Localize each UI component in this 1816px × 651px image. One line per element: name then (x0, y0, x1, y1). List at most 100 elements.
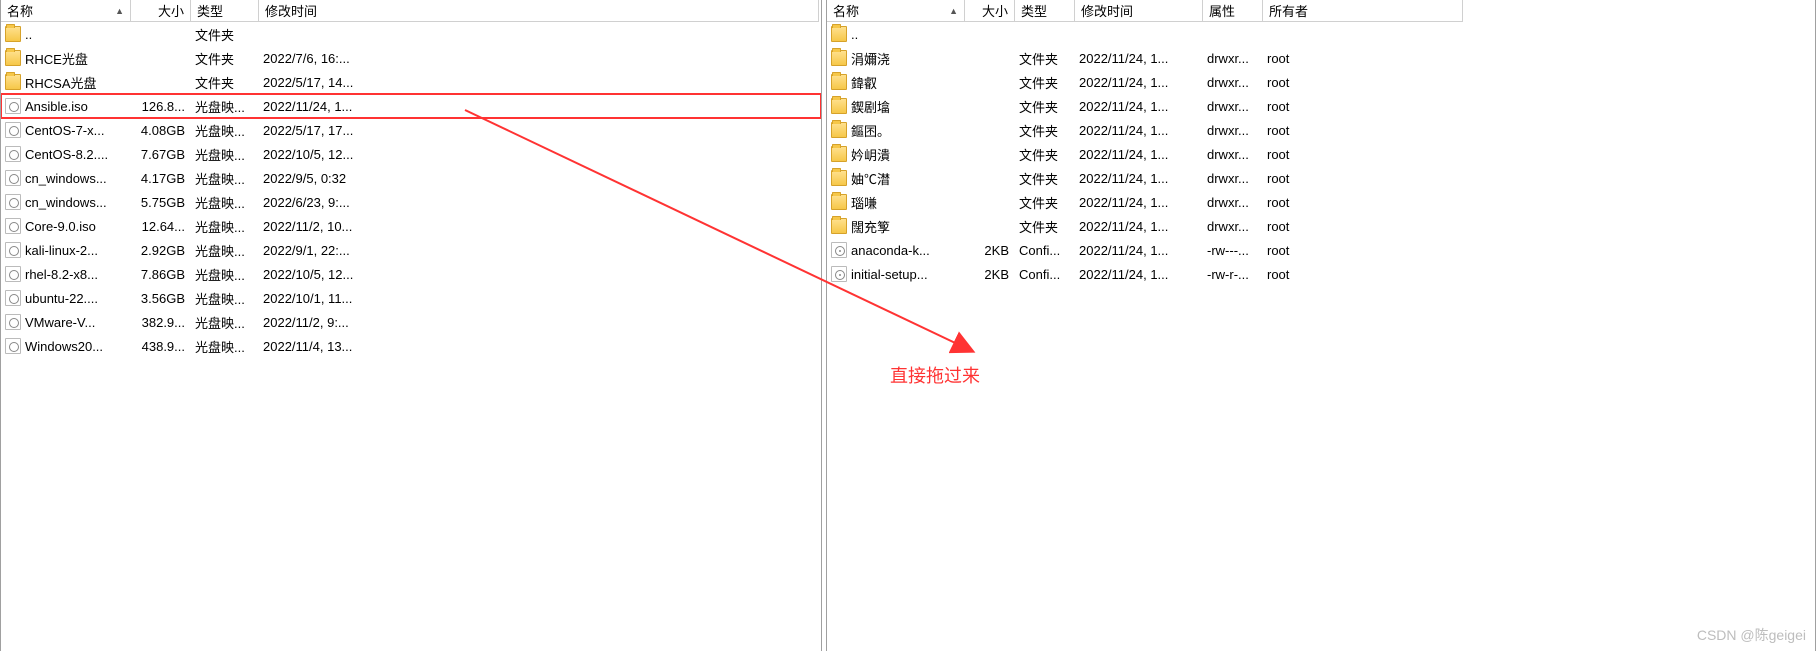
col-header-type[interactable]: 类型 (1015, 0, 1075, 22)
folder-icon (831, 50, 847, 66)
left-file-pane[interactable]: 名称 ▲ 大小 类型 修改时间 ..文件夹RHCE光盘文件夹2022/7/6, … (0, 0, 822, 651)
disc-image-icon (5, 170, 21, 186)
file-name: rhel-8.2-x8... (25, 267, 98, 282)
file-type: 光盘映... (191, 262, 259, 286)
file-row[interactable]: cn_windows...5.75GB光盘映...2022/6/23, 9:..… (1, 190, 821, 214)
file-size (965, 94, 1015, 118)
file-date: 2022/10/5, 12... (259, 262, 819, 286)
file-date: 2022/11/24, 1... (1075, 70, 1203, 94)
file-row[interactable]: anaconda-k...2KBConfi...2022/11/24, 1...… (827, 238, 1815, 262)
file-attr: drwxr... (1203, 142, 1263, 166)
file-date: 2022/11/24, 1... (1075, 166, 1203, 190)
file-type: 光盘映... (191, 190, 259, 214)
file-date: 2022/11/2, 9:... (259, 310, 819, 334)
file-row[interactable]: Core-9.0.iso12.64...光盘映...2022/11/2, 10.… (1, 214, 821, 238)
file-row[interactable]: Ansible.iso126.8...光盘映...2022/11/24, 1..… (1, 94, 821, 118)
file-row[interactable]: RHCE光盘文件夹2022/7/6, 16:... (1, 46, 821, 70)
file-row[interactable]: Windows20...438.9...光盘映...2022/11/4, 13.… (1, 334, 821, 358)
col-header-attr[interactable]: 属性 (1203, 0, 1263, 22)
file-date: 2022/5/17, 14... (259, 70, 819, 94)
col-header-owner[interactable]: 所有者 (1263, 0, 1463, 22)
file-size (965, 142, 1015, 166)
file-attr: -rw-r-... (1203, 262, 1263, 286)
file-type: 光盘映... (191, 94, 259, 118)
file-owner: root (1263, 142, 1463, 166)
col-header-name-label: 名称 (833, 1, 859, 20)
file-name: Core-9.0.iso (25, 219, 96, 234)
disc-image-icon (5, 194, 21, 210)
col-header-type[interactable]: 类型 (191, 0, 259, 22)
file-attr: -rw---... (1203, 238, 1263, 262)
file-attr: drwxr... (1203, 166, 1263, 190)
file-owner: root (1263, 190, 1463, 214)
file-row[interactable]: 妗岄潰文件夹2022/11/24, 1...drwxr...root (827, 142, 1815, 166)
file-owner: root (1263, 94, 1463, 118)
file-size (965, 70, 1015, 94)
file-row[interactable]: CentOS-8.2....7.67GB光盘映...2022/10/5, 12.… (1, 142, 821, 166)
file-size: 7.86GB (131, 262, 191, 286)
file-row[interactable]: cn_windows...4.17GB光盘映...2022/9/5, 0:32 (1, 166, 821, 190)
file-name: ubuntu-22.... (25, 291, 98, 306)
disc-image-icon (5, 146, 21, 162)
file-type: 光盘映... (191, 334, 259, 358)
file-name: 鍥剧墖 (851, 97, 890, 116)
file-row[interactable]: 闊充箰文件夹2022/11/24, 1...drwxr...root (827, 214, 1815, 238)
file-size (965, 190, 1015, 214)
file-date: 2022/11/24, 1... (259, 94, 819, 118)
file-name: CentOS-7-x... (25, 123, 104, 138)
col-header-name[interactable]: 名称 ▲ (827, 0, 965, 22)
folder-up-icon (5, 26, 21, 42)
file-row[interactable]: initial-setup...2KBConfi...2022/11/24, 1… (827, 262, 1815, 286)
file-row[interactable]: 瑙嗛文件夹2022/11/24, 1...drwxr...root (827, 190, 1815, 214)
file-row[interactable]: RHCSA光盘文件夹2022/5/17, 14... (1, 70, 821, 94)
file-size: 438.9... (131, 334, 191, 358)
file-size: 3.56GB (131, 286, 191, 310)
file-owner: root (1263, 262, 1463, 286)
disc-image-icon (5, 338, 21, 354)
file-type: 光盘映... (191, 286, 259, 310)
file-row[interactable]: ubuntu-22....3.56GB光盘映...2022/10/1, 11..… (1, 286, 821, 310)
file-row[interactable]: CentOS-7-x...4.08GB光盘映...2022/5/17, 17..… (1, 118, 821, 142)
folder-icon (831, 194, 847, 210)
disc-image-icon (5, 98, 21, 114)
file-row[interactable]: 鍏叡文件夹2022/11/24, 1...drwxr...root (827, 70, 1815, 94)
col-header-name[interactable]: 名称 ▲ (1, 0, 131, 22)
file-type: 光盘映... (191, 238, 259, 262)
file-row[interactable]: kali-linux-2...2.92GB光盘映...2022/9/1, 22:… (1, 238, 821, 262)
file-type: 文件夹 (1015, 46, 1075, 70)
file-row[interactable]: .. (827, 22, 1815, 46)
file-type: 文件夹 (1015, 94, 1075, 118)
file-date: 2022/11/24, 1... (1075, 94, 1203, 118)
file-row[interactable]: 涓嬭浇文件夹2022/11/24, 1...drwxr...root (827, 46, 1815, 70)
file-row[interactable]: 鏂囨。文件夹2022/11/24, 1...drwxr...root (827, 118, 1815, 142)
file-name: .. (851, 27, 858, 42)
col-header-date[interactable]: 修改时间 (259, 0, 819, 22)
file-type: Confi... (1015, 262, 1075, 286)
file-name: CentOS-8.2.... (25, 147, 108, 162)
file-row[interactable]: ..文件夹 (1, 22, 821, 46)
file-row[interactable]: 鍥剧墖文件夹2022/11/24, 1...drwxr...root (827, 94, 1815, 118)
file-date: 2022/11/24, 1... (1075, 142, 1203, 166)
col-header-size[interactable]: 大小 (965, 0, 1015, 22)
col-header-name-label: 名称 (7, 1, 33, 20)
file-type: 光盘映... (191, 310, 259, 334)
file-name: cn_windows... (25, 171, 107, 186)
file-row[interactable]: VMware-V...382.9...光盘映...2022/11/2, 9:..… (1, 310, 821, 334)
file-type: 光盘映... (191, 166, 259, 190)
folder-icon (831, 74, 847, 90)
right-file-pane[interactable]: 名称 ▲ 大小 类型 修改时间 属性 所有者 .. 涓嬭浇文件夹2022/11/2… (826, 0, 1816, 651)
file-size (131, 46, 191, 70)
folder-up-icon (831, 26, 847, 42)
sort-caret-icon: ▲ (949, 6, 958, 16)
disc-image-icon (5, 290, 21, 306)
file-date: 2022/11/2, 10... (259, 214, 819, 238)
file-row[interactable]: rhel-8.2-x8... 7.86GB光盘映...2022/10/5, 12.… (1, 262, 821, 286)
col-header-size[interactable]: 大小 (131, 0, 191, 22)
col-header-date[interactable]: 修改时间 (1075, 0, 1203, 22)
file-size (965, 118, 1015, 142)
file-attr: drwxr... (1203, 70, 1263, 94)
file-type: 文件夹 (191, 70, 259, 94)
config-file-icon (831, 266, 847, 282)
file-row[interactable]: 妯℃澘文件夹2022/11/24, 1...drwxr...root (827, 166, 1815, 190)
sort-caret-icon: ▲ (115, 6, 124, 16)
